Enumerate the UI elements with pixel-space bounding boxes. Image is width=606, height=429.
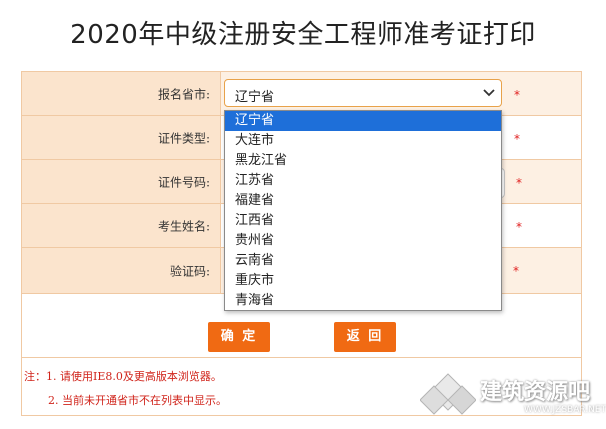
watermark-url: WWW.JZSBAR.NET — [524, 405, 606, 415]
province-option[interactable]: 江苏省 — [225, 171, 501, 191]
id-type-label: 证件类型: — [157, 131, 210, 145]
province-option[interactable]: 重庆市 — [225, 271, 501, 291]
province-option[interactable]: 云南省 — [225, 251, 501, 271]
province-option[interactable]: 福建省 — [225, 191, 501, 211]
watermark-text: 建筑资源吧 — [480, 380, 591, 405]
province-label: 报名省市: — [157, 87, 210, 101]
required-marker: * — [514, 88, 520, 102]
id-number-label: 证件号码: — [157, 175, 210, 189]
note-line-2: 2. 当前未开通省市不在列表中显示。 — [48, 394, 227, 407]
province-select-value: 辽宁省 — [235, 90, 275, 105]
required-marker: * — [516, 220, 522, 234]
required-marker: * — [516, 176, 522, 190]
site-watermark: 建筑资源吧 WWW.JZSBAR.NET — [419, 372, 606, 420]
confirm-button[interactable]: 确 定 — [208, 322, 270, 352]
province-dropdown-list: 辽宁省 大连市 黑龙江省 江苏省 福建省 江西省 贵州省 云南省 重庆市 青海省 — [224, 110, 502, 311]
page-title: 2020年中级注册安全工程师准考证打印 — [70, 20, 536, 50]
note-line-1: 注：1. 请使用IE8.0及更高版本浏览器。 — [24, 370, 222, 383]
province-option[interactable]: 贵州省 — [225, 231, 501, 251]
province-option[interactable]: 青海省 — [225, 291, 501, 311]
watermark-logo-icon — [419, 373, 477, 415]
captcha-label: 验证码: — [169, 264, 210, 278]
candidate-name-label: 考生姓名: — [157, 219, 210, 233]
province-option[interactable]: 大连市 — [225, 131, 501, 151]
chevron-down-icon — [483, 89, 495, 97]
province-select[interactable]: 辽宁省 — [224, 79, 502, 107]
back-button[interactable]: 返 回 — [334, 322, 396, 352]
required-marker: * — [514, 132, 520, 146]
province-option[interactable]: 辽宁省 — [225, 111, 501, 131]
province-option[interactable]: 江西省 — [225, 211, 501, 231]
required-marker: * — [513, 264, 519, 278]
province-option[interactable]: 黑龙江省 — [225, 151, 501, 171]
